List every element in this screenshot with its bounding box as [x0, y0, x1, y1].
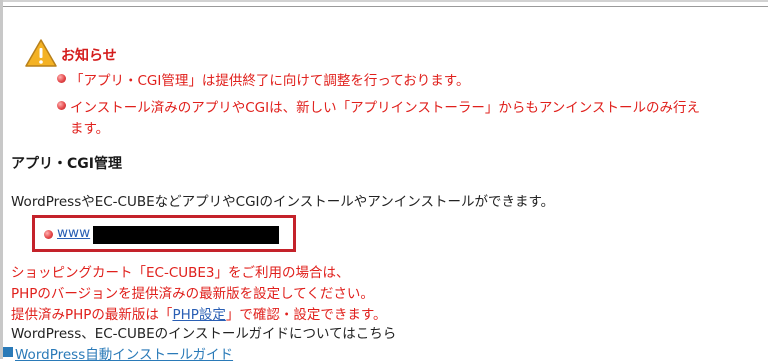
header-divider [3, 6, 768, 7]
php-note-line-1: ショッピングカート「EC-CUBE3」をご利用の場合は、 [11, 265, 350, 281]
installed-app-link[interactable]: www [57, 225, 90, 241]
square-bullet-icon [3, 347, 13, 357]
php-note-suffix: 」で確認・設定できます。 [225, 307, 387, 323]
notice-title: お知らせ [61, 48, 117, 64]
section-description: WordPressやEC-CUBEなどアプリやCGIのインストールやアンインスト… [11, 194, 555, 210]
notice-item-2: インストール済みのアプリやCGIは、新しい「アプリインストーラー」からもアンイン… [70, 100, 701, 116]
bullet-icon [57, 101, 66, 110]
window-left-border [0, 0, 3, 359]
php-note-line-2: PHPのバージョンを提供済みの最新版を設定してください。 [11, 286, 374, 302]
php-note-line-3: 提供済みPHPの最新版は「PHP設定」で確認・設定できます。 [11, 303, 387, 323]
warning-icon [25, 39, 57, 67]
notice-item-1: 「アプリ・CGI管理」は提供終了に向けて調整を行っております。 [70, 73, 470, 89]
bullet-icon [57, 74, 66, 83]
bullet-icon [44, 230, 53, 239]
redacted-url [93, 226, 279, 244]
section-title: アプリ・CGI管理 [11, 156, 122, 172]
php-note-prefix: 提供済みPHPの最新版は「 [11, 307, 173, 323]
notice-item-2-continued: ます。 [70, 121, 110, 137]
php-settings-link[interactable]: PHP設定 [172, 307, 225, 323]
window-top-border [0, 0, 768, 2]
guide-text: WordPress、EC-CUBEのインストールガイドについてはこちら [11, 326, 397, 342]
wordpress-guide-link[interactable]: WordPress自動インストールガイド [15, 343, 233, 363]
